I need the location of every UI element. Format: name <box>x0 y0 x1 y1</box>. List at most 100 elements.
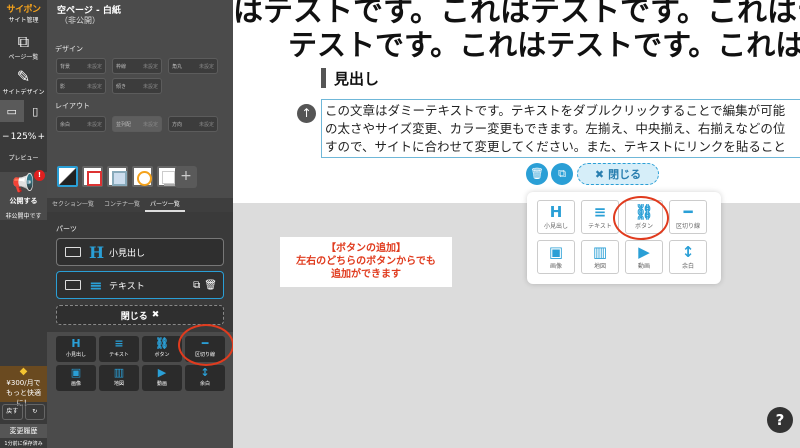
close-label: 閉じる <box>608 168 642 181</box>
note-title: 【ボタンの追加】 <box>326 243 406 254</box>
panel-close-button[interactable]: 閉じる ✖ <box>56 305 224 325</box>
mini-part-heading[interactable]: H 小見出し <box>56 336 96 362</box>
prop-shadow[interactable]: 影 未設定 <box>56 78 106 94</box>
popup-part-spacer[interactable]: ↕ 余白 <box>669 240 707 274</box>
mini-part-spacer[interactable]: ↕ 余白 <box>185 365 225 391</box>
preset-blue-box[interactable] <box>107 166 128 187</box>
zoom-control: − 125% + <box>0 128 47 146</box>
prop-margin[interactable]: 余白 未設定 <box>56 116 106 132</box>
layout-section-label: レイアウト <box>55 102 90 110</box>
heading-accent <box>321 68 326 88</box>
left-rail: サイポン サイト管理 ⧉ ページ一覧 ✎ サイトデザイン ▭ ▯ − 125% … <box>0 0 47 448</box>
undo-redo-row: 戻す ↻ <box>0 404 47 420</box>
close-label: 閉じる <box>120 311 148 322</box>
spacer-icon: ↕ <box>200 366 210 379</box>
prop-label: 枠線 <box>116 63 127 70</box>
part-label: ボタン <box>154 352 170 358</box>
preset-none[interactable] <box>57 166 78 187</box>
copy-icon[interactable]: ⧉ <box>193 280 200 291</box>
note-line: 左右のどちらのボタンからでも <box>296 256 436 267</box>
video-icon: ▶ <box>157 366 167 379</box>
part-label: 地図 <box>113 381 124 387</box>
image-icon: ▣ <box>548 243 564 261</box>
image-icon: ▣ <box>70 366 82 379</box>
move-up-icon[interactable]: ↑ <box>297 104 316 123</box>
prop-value: 未設定 <box>86 63 102 70</box>
mini-part-image[interactable]: ▣ 画像 <box>56 365 96 391</box>
part-label: 動画 <box>637 263 650 270</box>
copy-icon[interactable]: ⧉ <box>551 163 573 185</box>
prop-radius[interactable]: 角丸 未設定 <box>168 58 218 74</box>
popup-part-video[interactable]: ▶ 動画 <box>625 240 663 274</box>
prop-arrangement[interactable]: 並列配 未設定 <box>112 116 162 132</box>
text-line: すので、サイトに合わせて変更してください。また、テキストにリンクを貼ること <box>325 139 786 154</box>
prop-label: 傾き <box>116 83 127 90</box>
popup-part-heading[interactable]: H 小見出し <box>537 200 575 234</box>
popup-part-divider[interactable]: ━ 区切り線 <box>669 200 707 234</box>
preset-red-border[interactable] <box>82 166 103 187</box>
page-list-button[interactable]: ⧉ ページ一覧 <box>0 32 47 61</box>
annotation-circle <box>178 324 234 366</box>
part-label: 余白 <box>199 381 210 387</box>
history-button[interactable]: 変更履歴 <box>0 424 47 438</box>
mobile-icon[interactable]: ▯ <box>24 100 48 122</box>
zoom-in-button[interactable]: + <box>37 132 45 142</box>
prop-direction[interactable]: 方向 未設定 <box>168 116 218 132</box>
trash-icon[interactable]: 🗑 <box>526 163 548 185</box>
mini-part-button[interactable]: ⛓ ボタン <box>142 336 182 362</box>
page-state: （非公開） <box>60 16 100 25</box>
big-text-line[interactable]: テストです。これはテストです。これはテ <box>288 22 800 64</box>
zoom-value: 125% <box>10 132 37 142</box>
mini-part-map[interactable]: ▥ 地図 <box>99 365 139 391</box>
part-label: 画像 <box>70 381 81 387</box>
app-logo[interactable]: サイポン サイト管理 <box>0 0 47 26</box>
undo-button[interactable]: 戻す <box>2 404 23 420</box>
popup-part-image[interactable]: ▣ 画像 <box>537 240 575 274</box>
preset-round[interactable] <box>132 166 153 187</box>
prop-label: 並列配 <box>116 121 132 128</box>
note-line: 追加ができます <box>331 269 401 280</box>
site-design-label: サイトデザイン <box>2 89 45 96</box>
block-heading[interactable]: H 小見出し <box>56 238 224 266</box>
prop-value: 未設定 <box>198 121 214 128</box>
private-status: 非公開中です <box>5 213 42 220</box>
side-panel: 空ページ - 白紙 （非公開） デザイン 背景 未設定 枠線 未設定 角丸 未設定 影… <box>47 0 234 448</box>
popup-part-map[interactable]: ▥ 地図 <box>581 240 619 274</box>
upgrade-banner[interactable]: ◆ ¥300/月で もっと快適に！ <box>0 366 47 407</box>
redo-button[interactable]: ↻ <box>24 404 45 420</box>
site-design-button[interactable]: ✎ サイトデザイン <box>0 67 47 96</box>
part-label: 区切り線 <box>675 223 700 230</box>
tab-containers[interactable]: コンテナ一覧 <box>99 198 145 212</box>
block-text[interactable]: ≡ テキスト ⧉ 🗑 <box>56 271 224 299</box>
preview-button[interactable]: プレビュー <box>0 152 47 166</box>
device-switcher: ▭ ▯ <box>0 100 47 122</box>
notification-badge: ! <box>34 170 45 181</box>
diamond-icon: ◆ <box>19 366 28 377</box>
close-button[interactable]: ✖ 閉じる <box>577 163 659 185</box>
part-label: 地図 <box>593 263 606 270</box>
prop-border[interactable]: 枠線 未設定 <box>112 58 162 74</box>
prop-value: 未設定 <box>198 63 214 70</box>
heading-icon: H <box>549 203 563 221</box>
tab-sections[interactable]: セクション一覧 <box>47 198 99 212</box>
desktop-icon[interactable]: ▭ <box>0 100 24 122</box>
logo-brand: サイポン <box>6 5 41 15</box>
tab-parts[interactable]: パーツ一覧 <box>145 198 185 212</box>
zoom-out-button[interactable]: − <box>2 132 10 142</box>
add-preset-icon[interactable]: + <box>175 166 197 188</box>
mini-part-video[interactable]: ▶ 動画 <box>142 365 182 391</box>
help-icon[interactable]: ? <box>767 407 793 433</box>
device-icon <box>65 280 81 290</box>
part-label: 小見出し <box>65 352 86 358</box>
prop-background[interactable]: 背景 未設定 <box>56 58 106 74</box>
heading-block[interactable]: 見出し <box>334 68 379 89</box>
mini-part-text[interactable]: ≡ テキスト <box>99 336 139 362</box>
video-icon: ▶ <box>638 243 650 261</box>
prop-label: 角丸 <box>172 63 183 70</box>
text-block[interactable]: この文章はダミーテキストです。テキストをダブルクリックすることで編集が可能 の太… <box>321 99 800 158</box>
editor-canvas: はテストです。これはテストです。これはテス テストです。これはテストです。これは… <box>233 0 800 448</box>
design-section-label: デザイン <box>55 45 83 53</box>
brush-icon: ✎ <box>16 67 31 86</box>
prop-tilt[interactable]: 傾き 未設定 <box>112 78 162 94</box>
trash-icon[interactable]: 🗑 <box>204 280 217 291</box>
